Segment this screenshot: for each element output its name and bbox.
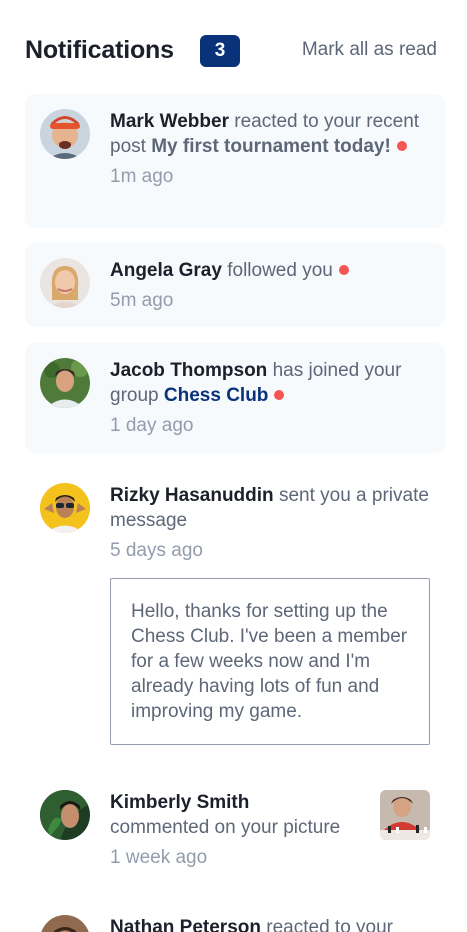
notification-item[interactable]: Mark Webber reacted to your recent post … <box>25 94 445 228</box>
notification-action: reacted to your <box>266 917 394 932</box>
notification-text: Nathan Peterson reacted to your <box>110 915 433 932</box>
unread-count-badge: 3 <box>200 35 240 67</box>
notification-text: Mark Webber reacted to your recent post … <box>110 109 433 189</box>
avatar-nathan-peterson[interactable] <box>40 915 90 932</box>
user-name[interactable]: Nathan Peterson <box>110 917 261 932</box>
unread-dot <box>338 265 349 275</box>
notification-time: 1m ago <box>110 166 174 187</box>
notification-text: Jacob Thompson has joined your group Che… <box>110 358 433 438</box>
commented-picture-thumbnail[interactable] <box>380 790 430 840</box>
notification-time: 1 week ago <box>110 847 208 868</box>
mark-all-as-read-button[interactable]: Mark all as read <box>302 39 437 61</box>
user-name[interactable]: Mark Webber <box>110 111 229 132</box>
notification-text: Kimberly Smith commented on your picture… <box>110 790 365 870</box>
notification-action: commented on your picture <box>110 817 341 838</box>
private-message-preview[interactable]: Hello, thanks for setting up the Chess C… <box>110 578 430 745</box>
notification-time: 5m ago <box>110 290 174 311</box>
notifications-header: Notifications 3 Mark all as read <box>25 34 445 70</box>
page-title: Notifications <box>25 36 174 64</box>
notification-text: Rizky Hasanuddin sent you a private mess… <box>110 483 433 563</box>
avatar-rizky-hasanuddin[interactable] <box>40 483 90 533</box>
group-link[interactable]: Chess Club <box>164 385 269 406</box>
avatar-angela-gray[interactable] <box>40 258 90 308</box>
notification-time: 1 day ago <box>110 415 194 436</box>
user-name[interactable]: Jacob Thompson <box>110 360 267 381</box>
post-link[interactable]: My first tournament today! <box>151 136 391 157</box>
notification-time: 5 days ago <box>110 540 203 561</box>
notification-item[interactable]: Jacob Thompson has joined your group Che… <box>25 343 445 453</box>
avatar-mark-webber[interactable] <box>40 109 90 159</box>
user-name[interactable]: Angela Gray <box>110 260 222 281</box>
notification-text: Angela Gray followed you 5m ago <box>110 258 433 313</box>
user-name[interactable]: Kimberly Smith <box>110 792 249 813</box>
avatar-jacob-thompson[interactable] <box>40 358 90 408</box>
notification-item[interactable]: Angela Gray followed you 5m ago <box>25 243 445 327</box>
avatar-kimberly-smith[interactable] <box>40 790 90 840</box>
unread-dot <box>396 141 407 151</box>
unread-dot <box>274 390 285 400</box>
notification-item[interactable]: Nathan Peterson reacted to your <box>25 900 445 932</box>
notification-action: followed you <box>227 260 333 281</box>
user-name[interactable]: Rizky Hasanuddin <box>110 485 274 506</box>
